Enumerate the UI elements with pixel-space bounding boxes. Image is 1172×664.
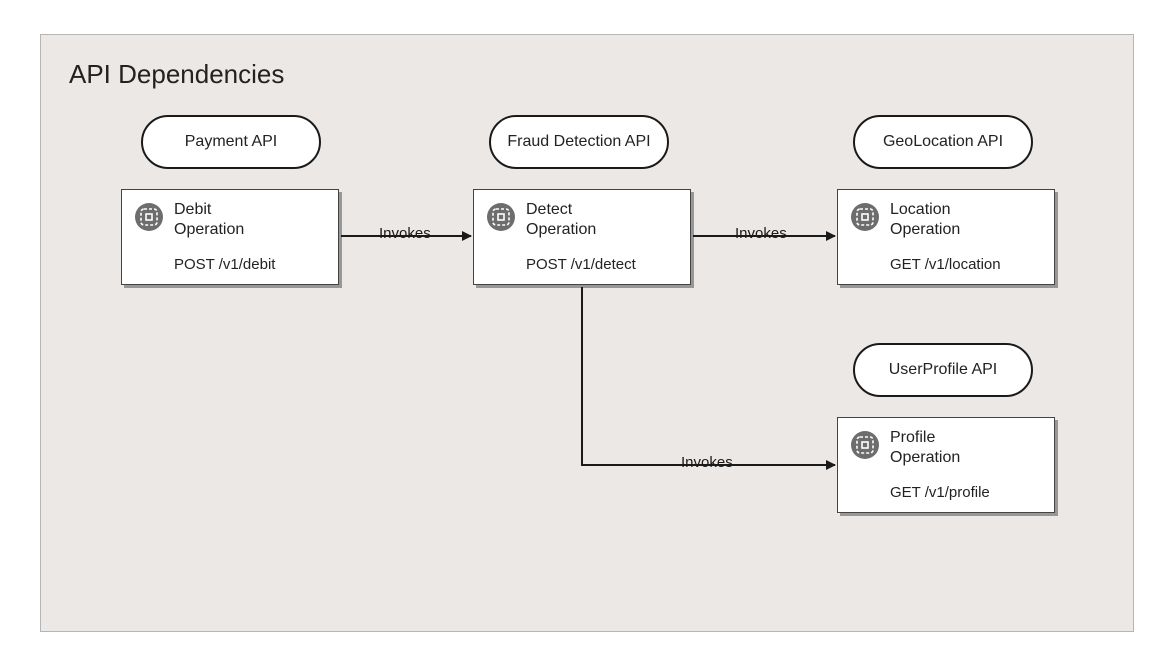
operation-path: POST /v1/detect — [526, 256, 636, 273]
operation-name: Detect Operation — [526, 200, 636, 240]
operation-icon — [850, 202, 880, 232]
operation-icon — [850, 430, 880, 460]
api-pill-fraud: Fraud Detection API — [489, 115, 669, 169]
operation-path: GET /v1/location — [890, 256, 1001, 273]
operation-text: Detect Operation POST /v1/detect — [526, 200, 636, 273]
operation-name: Location Operation — [890, 200, 1001, 240]
operation-text: Location Operation GET /v1/location — [890, 200, 1001, 273]
edge-label-invokes: Invokes — [379, 225, 431, 242]
operation-text: Debit Operation POST /v1/debit — [174, 200, 275, 273]
operation-box-profile: Profile Operation GET /v1/profile — [837, 417, 1055, 513]
diagram-canvas: API Dependencies Payment API Fraud Detec… — [0, 0, 1172, 664]
operation-path: POST /v1/debit — [174, 256, 275, 273]
operation-icon — [134, 202, 164, 232]
api-pill-payment: Payment API — [141, 115, 321, 169]
diagram-title: API Dependencies — [69, 59, 284, 90]
operation-text: Profile Operation GET /v1/profile — [890, 428, 990, 501]
api-label: UserProfile API — [889, 360, 997, 379]
edge-label-invokes: Invokes — [735, 225, 787, 242]
operation-name: Profile Operation — [890, 428, 990, 468]
operation-box-location: Location Operation GET /v1/location — [837, 189, 1055, 285]
edge-label-invokes: Invokes — [681, 454, 733, 471]
operation-icon — [486, 202, 516, 232]
operation-path: GET /v1/profile — [890, 484, 990, 501]
api-label: Payment API — [185, 132, 278, 151]
api-pill-geolocation: GeoLocation API — [853, 115, 1033, 169]
api-pill-userprofile: UserProfile API — [853, 343, 1033, 397]
api-label: Fraud Detection API — [507, 132, 650, 151]
operation-name: Debit Operation — [174, 200, 275, 240]
operation-box-detect: Detect Operation POST /v1/detect — [473, 189, 691, 285]
diagram-container: API Dependencies Payment API Fraud Detec… — [40, 34, 1134, 632]
api-label: GeoLocation API — [883, 132, 1003, 151]
operation-box-debit: Debit Operation POST /v1/debit — [121, 189, 339, 285]
